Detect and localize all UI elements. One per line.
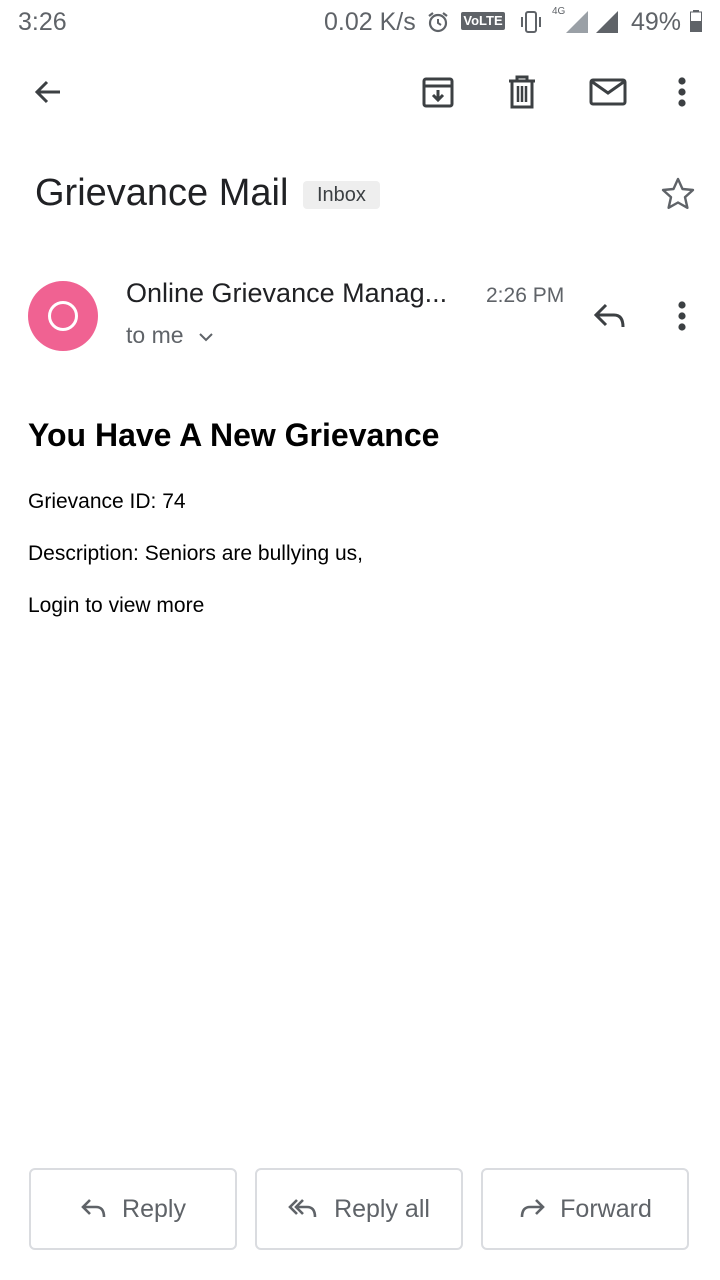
sender-name[interactable]: Online Grievance Manag... bbox=[126, 278, 447, 309]
reply-button[interactable]: Reply bbox=[29, 1168, 237, 1250]
network-speed: 0.02 K/s bbox=[324, 8, 416, 36]
reply-icon bbox=[80, 1197, 108, 1221]
battery-icon bbox=[690, 10, 702, 32]
forward-icon bbox=[518, 1197, 546, 1221]
vibrate-icon bbox=[518, 9, 544, 35]
grievance-description: Description: Seniors are bullying us, bbox=[28, 542, 363, 565]
reply-all-icon bbox=[288, 1197, 320, 1221]
reply-icon[interactable] bbox=[588, 296, 632, 336]
recipient-toggle[interactable]: to me bbox=[126, 322, 214, 349]
back-arrow-icon[interactable] bbox=[28, 72, 68, 112]
message-more-icon[interactable] bbox=[662, 296, 702, 336]
grievance-id: Grievance ID: 74 bbox=[28, 490, 186, 513]
email-subject: Grievance Mail bbox=[35, 172, 289, 214]
chevron-down-icon bbox=[198, 331, 214, 343]
archive-icon[interactable] bbox=[418, 72, 458, 112]
status-bar: 3:26 0.02 K/s VoLTE 4G 49% bbox=[0, 0, 720, 46]
reply-label: Reply bbox=[122, 1194, 186, 1223]
avatar-initial bbox=[48, 301, 78, 331]
battery-percent: 49% bbox=[631, 8, 682, 36]
volte-badge: VoLTE bbox=[461, 12, 505, 30]
reply-all-label: Reply all bbox=[334, 1194, 430, 1223]
recipient-label: to me bbox=[126, 322, 184, 348]
signal-icon bbox=[556, 9, 620, 35]
reply-all-button[interactable]: Reply all bbox=[255, 1168, 463, 1250]
forward-label: Forward bbox=[560, 1194, 652, 1223]
login-note: Login to view more bbox=[28, 594, 205, 617]
sent-time: 2:26 PM bbox=[486, 284, 565, 307]
inbox-label[interactable]: Inbox bbox=[303, 181, 380, 209]
delete-icon[interactable] bbox=[502, 72, 542, 112]
avatar[interactable] bbox=[28, 281, 98, 351]
mark-unread-icon[interactable] bbox=[586, 72, 630, 112]
status-time: 3:26 bbox=[18, 8, 67, 36]
alarm-icon bbox=[426, 10, 450, 34]
email-heading: You Have A New Grievance bbox=[28, 417, 440, 453]
star-icon[interactable] bbox=[656, 172, 700, 216]
forward-button[interactable]: Forward bbox=[481, 1168, 689, 1250]
more-vert-icon[interactable] bbox=[662, 72, 702, 112]
